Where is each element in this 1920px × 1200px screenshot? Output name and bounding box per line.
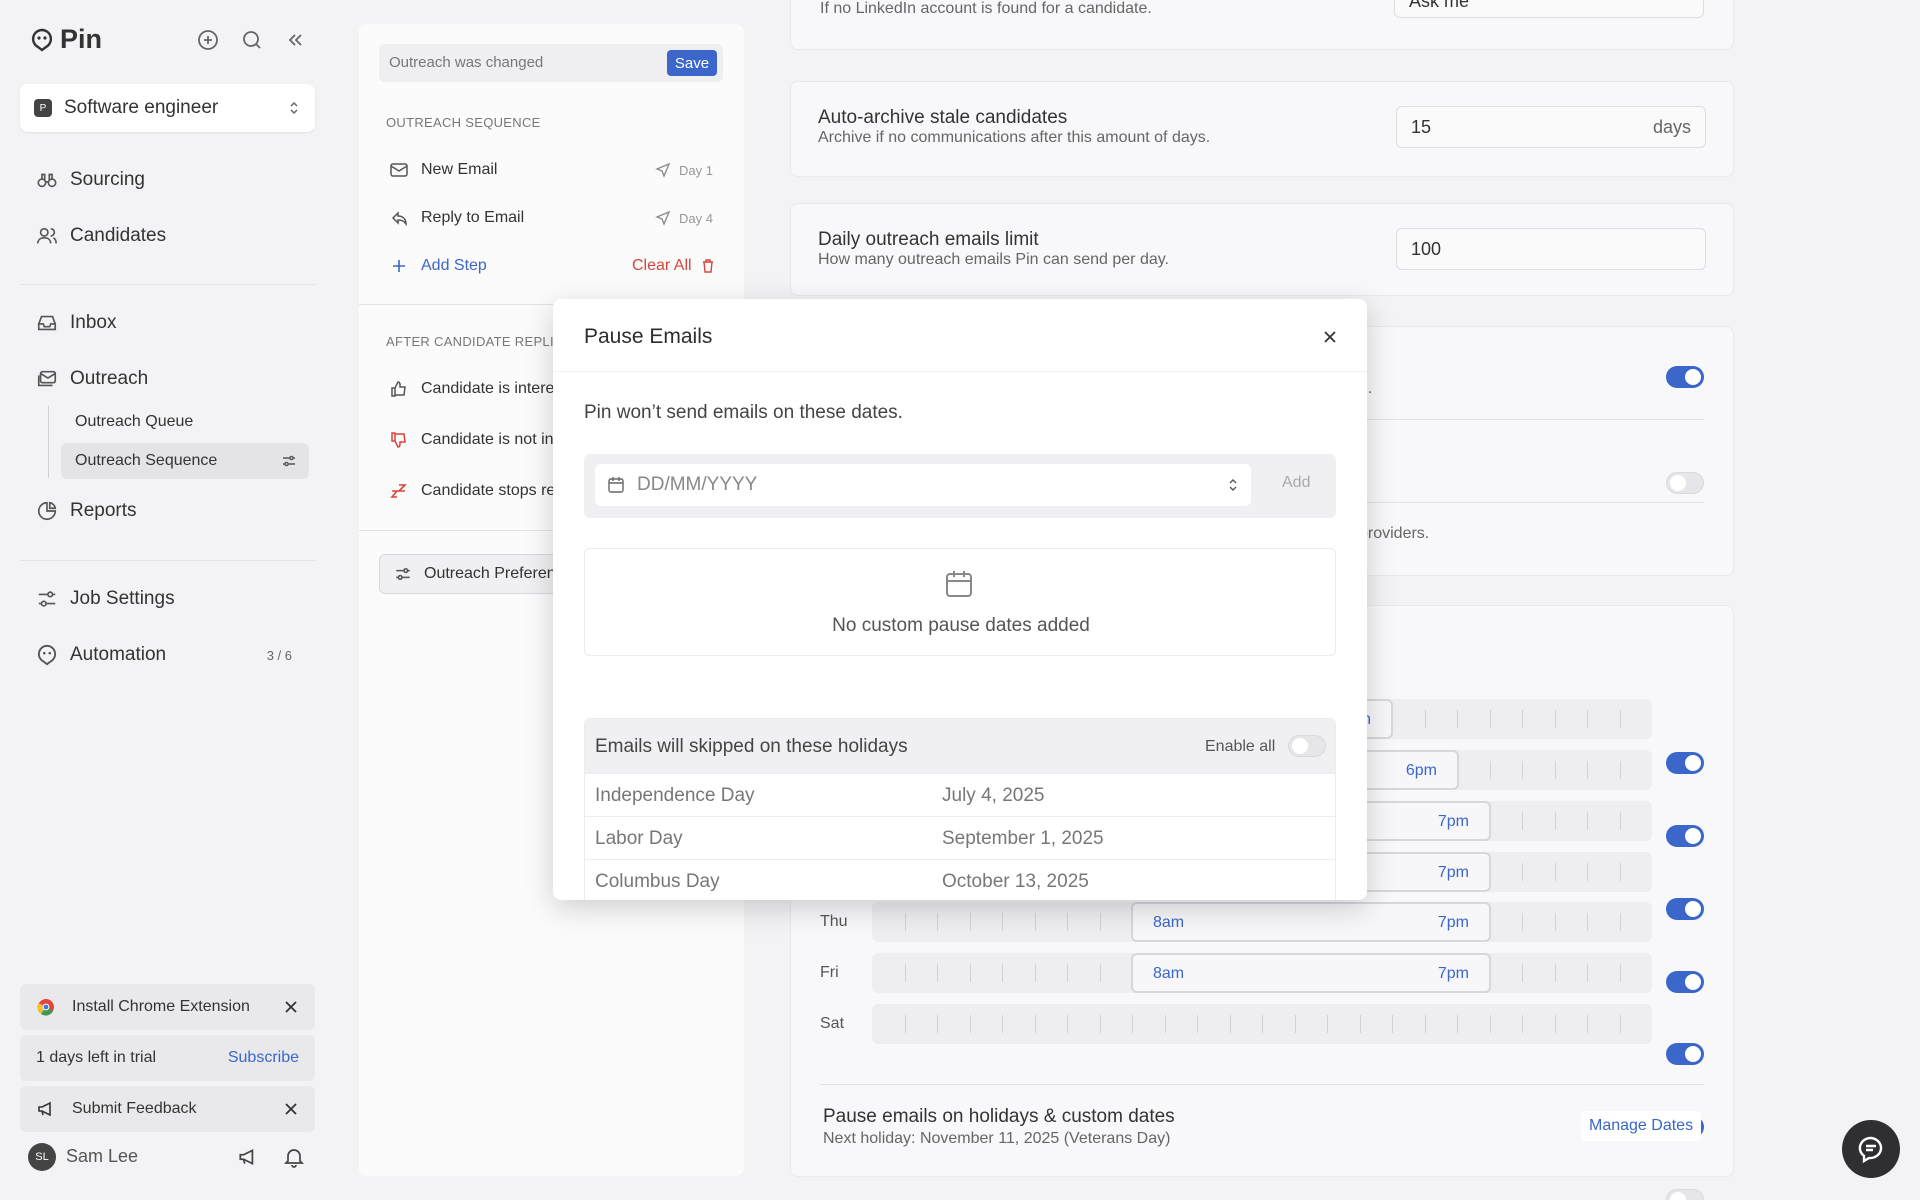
holiday-date: September 1, 2025 [942,828,1104,849]
holidays-header: Emails will skipped on these holidays En… [585,719,1335,773]
calendar-icon [608,477,624,493]
holiday-date: July 4, 2025 [942,785,1045,806]
date-placeholder: DD/MM/YYYY [637,474,758,495]
holiday-row: Independence Day July 4, 2025 [585,773,1335,816]
pause-emails-modal: Pause Emails Pin won’t send emails on th… [553,299,1367,900]
chevron-updown-icon[interactable] [1227,478,1239,492]
holidays-table: Emails will skipped on these holidays En… [584,718,1336,900]
chat-button[interactable] [1842,1120,1900,1178]
add-date-button[interactable]: Add [1282,474,1310,492]
holiday-name: Independence Day [595,785,755,806]
date-entry-row: DD/MM/YYYY Add [584,454,1336,518]
holiday-row: Columbus Day October 13, 2025 [585,859,1335,900]
empty-state-text: No custom pause dates added [832,615,1090,636]
holidays-title: Emails will skipped on these holidays [595,736,908,757]
enable-all-label: Enable all [1205,738,1276,755]
modal-subtitle: Pin won’t send emails on these dates. [584,402,903,423]
enable-all-toggle[interactable] [1288,735,1326,757]
holiday-name: Labor Day [595,828,683,849]
date-input[interactable]: DD/MM/YYYY [595,464,1251,506]
custom-dates-empty-state: No custom pause dates added [584,548,1336,656]
modal-title: Pause Emails [584,325,713,348]
holiday-row: Labor Day September 1, 2025 [585,816,1335,859]
holiday-name: Columbus Day [595,871,720,892]
modal-divider [553,371,1367,372]
chat-icon [1858,1136,1883,1164]
calendar-icon [946,571,972,597]
close-icon[interactable] [1319,326,1341,348]
holiday-date: October 13, 2025 [942,871,1089,892]
